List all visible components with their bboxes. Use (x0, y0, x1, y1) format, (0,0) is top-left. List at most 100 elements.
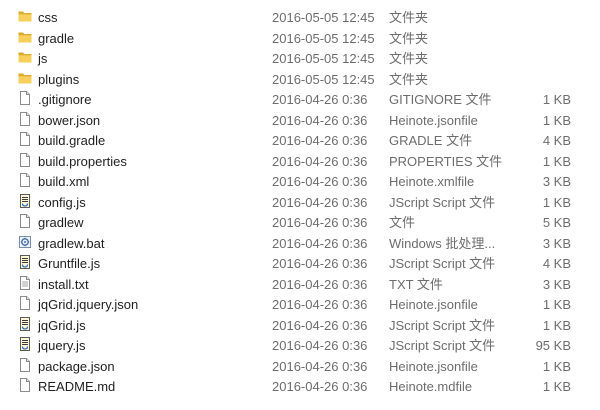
file-row[interactable]: jquery.js 2016-04-26 0:36 JScript Script… (0, 336, 600, 356)
file-icon (17, 111, 33, 127)
file-type: 文件夹 (389, 71, 429, 87)
file-row[interactable]: gradlew 2016-04-26 0:36 文件 5 KB (0, 213, 600, 233)
file-row[interactable]: .gitignore 2016-04-26 0:36 GITIGNORE 文件 … (0, 90, 600, 110)
folder-icon (17, 8, 33, 24)
file-name: build.gradle (38, 133, 106, 148)
file-type: JScript Script 文件 (389, 317, 496, 333)
file-date-modified: 2016-05-05 12:45 (272, 10, 375, 25)
file-size: 4 KB (542, 256, 571, 271)
file-date-modified: 2016-04-26 0:36 (272, 112, 368, 128)
file-type: 文件 (389, 215, 416, 230)
file-type: 文件夹 (389, 30, 429, 46)
file-date-modified: 2016-04-26 0:36 (272, 215, 368, 230)
file-name: build.xml (38, 174, 90, 189)
file-row[interactable]: gradle 2016-05-05 12:45 文件夹 (0, 29, 600, 49)
file-type: GITIGNORE 文件 (389, 92, 492, 107)
file-date-modified: 2016-04-26 0:36 (272, 133, 368, 148)
folder-icon (17, 29, 33, 45)
file-name: jquery.js (38, 338, 86, 353)
file-name: install.txt (38, 276, 89, 292)
batch-file-icon (17, 234, 33, 250)
file-size: 4 KB (542, 133, 571, 148)
file-row[interactable]: jqGrid.jquery.json 2016-04-26 0:36 Heino… (0, 295, 600, 315)
file-date-modified: 2016-05-05 12:45 (272, 71, 375, 87)
file-row[interactable]: Gruntfile.js 2016-04-26 0:36 JScript Scr… (0, 254, 600, 274)
file-name: jqGrid.jquery.json (38, 297, 139, 312)
file-row[interactable]: jqGrid.js 2016-04-26 0:36 JScript Script… (0, 316, 600, 336)
file-row[interactable]: gradlew.bat 2016-04-26 0:36 Windows 批处理.… (0, 234, 600, 254)
file-icon (17, 131, 33, 147)
file-type: Heinote.xmlfile (389, 174, 475, 189)
file-type: Heinote.jsonfile (389, 112, 478, 128)
file-row[interactable]: README.md 2016-04-26 0:36 Heinote.mdfile… (0, 377, 600, 397)
file-row[interactable]: package.json 2016-04-26 0:36 Heinote.jso… (0, 357, 600, 377)
file-size: 1 KB (542, 358, 571, 374)
file-size: 1 KB (542, 112, 571, 128)
file-size: 5 KB (542, 215, 571, 230)
file-row[interactable]: plugins 2016-05-05 12:45 文件夹 (0, 70, 600, 90)
file-list: css 2016-05-05 12:45 文件夹 gradle 2016-05-… (0, 0, 600, 410)
file-date-modified: 2016-04-26 0:36 (272, 92, 368, 107)
file-row[interactable]: config.js 2016-04-26 0:36 JScript Script… (0, 193, 600, 213)
file-type: Heinote.jsonfile (389, 358, 478, 374)
file-type: TXT 文件 (389, 276, 443, 292)
file-icon (17, 213, 33, 229)
file-type: Heinote.mdfile (389, 379, 473, 394)
file-type: JScript Script 文件 (389, 194, 496, 210)
file-name: js (38, 51, 48, 66)
file-name: .gitignore (38, 92, 92, 107)
file-row[interactable]: install.txt 2016-04-26 0:36 TXT 文件 3 KB (0, 275, 600, 295)
file-name: css (38, 10, 58, 25)
file-size: 1 KB (542, 92, 571, 107)
file-date-modified: 2016-04-26 0:36 (272, 379, 368, 394)
file-row[interactable]: build.xml 2016-04-26 0:36 Heinote.xmlfil… (0, 172, 600, 192)
file-size: 1 KB (542, 379, 571, 394)
file-name: build.properties (38, 153, 127, 169)
file-row[interactable]: js 2016-05-05 12:45 文件夹 (0, 49, 600, 69)
file-size: 3 KB (542, 174, 571, 189)
file-date-modified: 2016-04-26 0:36 (272, 276, 368, 292)
script-file-icon (17, 316, 33, 332)
file-row[interactable]: build.properties 2016-04-26 0:36 PROPERT… (0, 152, 600, 172)
file-icon (17, 377, 33, 393)
file-name: gradlew.bat (38, 235, 105, 251)
file-size: 1 KB (542, 153, 571, 169)
file-type: GRADLE 文件 (389, 133, 473, 148)
file-icon (17, 295, 33, 311)
file-name: config.js (38, 194, 86, 210)
file-date-modified: 2016-04-26 0:36 (272, 194, 368, 210)
file-date-modified: 2016-04-26 0:36 (272, 256, 368, 271)
file-date-modified: 2016-04-26 0:36 (272, 338, 368, 353)
file-name: gradlew (38, 215, 84, 230)
file-date-modified: 2016-04-26 0:36 (272, 358, 368, 374)
file-size: 1 KB (542, 297, 571, 312)
file-name: jqGrid.js (38, 317, 86, 333)
file-icon (17, 152, 33, 168)
script-file-icon (17, 193, 33, 209)
file-icon (17, 357, 33, 373)
file-size: 1 KB (542, 194, 571, 210)
file-name: plugins (38, 71, 80, 87)
script-file-icon (17, 254, 33, 270)
file-type: JScript Script 文件 (389, 338, 496, 353)
script-file-icon (17, 336, 33, 352)
file-name: Gruntfile.js (38, 256, 101, 271)
file-type: 文件夹 (389, 10, 429, 25)
file-type: JScript Script 文件 (389, 256, 496, 271)
file-icon (17, 90, 33, 106)
file-row[interactable]: css 2016-05-05 12:45 文件夹 (0, 8, 600, 28)
file-type: Heinote.jsonfile (389, 297, 478, 312)
file-type: 文件夹 (389, 51, 429, 66)
file-date-modified: 2016-04-26 0:36 (272, 235, 368, 251)
file-date-modified: 2016-04-26 0:36 (272, 174, 368, 189)
file-date-modified: 2016-05-05 12:45 (272, 51, 375, 66)
file-size: 1 KB (542, 317, 571, 333)
file-date-modified: 2016-04-26 0:36 (272, 297, 368, 312)
file-type: PROPERTIES 文件 (389, 153, 503, 169)
file-name: package.json (38, 358, 115, 374)
file-date-modified: 2016-04-26 0:36 (272, 153, 368, 169)
file-date-modified: 2016-05-05 12:45 (272, 30, 375, 46)
file-row[interactable]: bower.json 2016-04-26 0:36 Heinote.jsonf… (0, 111, 600, 131)
folder-icon (17, 70, 33, 86)
file-row[interactable]: build.gradle 2016-04-26 0:36 GRADLE 文件 4… (0, 131, 600, 151)
